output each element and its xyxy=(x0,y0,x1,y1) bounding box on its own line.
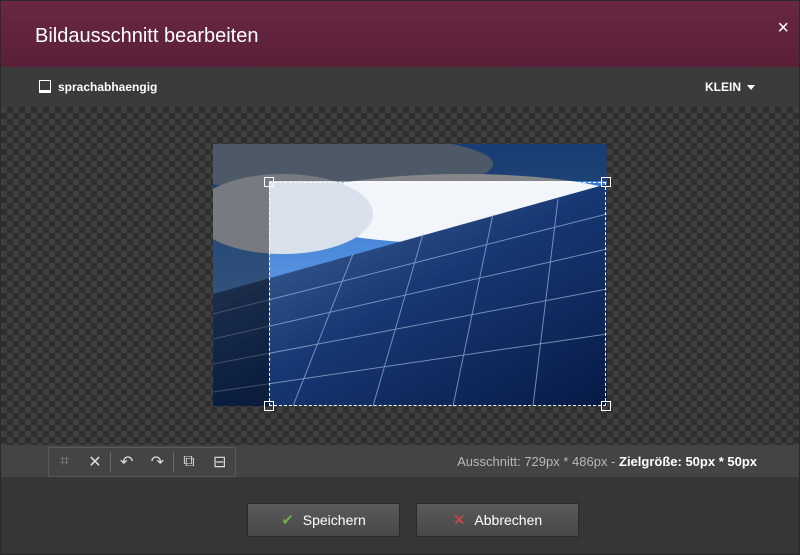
language-dependent-label[interactable]: sprachabhaengig xyxy=(58,80,157,94)
save-button-label: Speichern xyxy=(302,512,366,528)
crop-icon[interactable]: ⌗ xyxy=(49,448,80,476)
flip-vertical-icon[interactable]: ⊟ xyxy=(204,448,235,476)
options-bar: sprachabhaengig KLEIN xyxy=(1,67,799,108)
resize-handle-bottom-left[interactable] xyxy=(264,401,274,411)
crop-size-text: Ausschnitt: 729px * 486px - xyxy=(457,454,619,469)
crop-dialog: Bildausschnitt bearbeiten × sprachabhaen… xyxy=(0,0,800,555)
resize-handle-top-right[interactable] xyxy=(601,177,611,187)
undo-icon[interactable]: ↶ xyxy=(111,448,142,476)
size-dropdown[interactable]: KLEIN xyxy=(705,80,755,94)
check-icon: ✔ xyxy=(281,512,294,529)
crop-info: Ausschnitt: 729px * 486px - Zielgröße: 5… xyxy=(457,454,757,469)
resize-handle-top-left[interactable] xyxy=(264,177,274,187)
crop-selection[interactable] xyxy=(264,177,611,411)
tool-group: ⌗ ✕ ↶ ↷ ⧉ ⊟ xyxy=(48,447,236,477)
image-canvas xyxy=(1,107,799,445)
dialog-footer: ✔ Speichern ✕ Abbrechen xyxy=(1,477,799,554)
chevron-down-icon xyxy=(747,85,755,91)
cancel-button[interactable]: ✕ Abbrechen xyxy=(416,503,579,537)
crop-shade-left xyxy=(213,144,269,406)
edit-toolbar: ⌗ ✕ ↶ ↷ ⧉ ⊟ Ausschnitt: 729px * 486px - … xyxy=(1,445,799,477)
target-size-text: Zielgröße: 50px * 50px xyxy=(619,454,757,469)
language-dependent-checkbox[interactable] xyxy=(39,80,51,93)
size-dropdown-value: KLEIN xyxy=(705,80,741,94)
reset-icon[interactable]: ✕ xyxy=(80,448,111,476)
resize-handle-bottom-right[interactable] xyxy=(601,401,611,411)
cancel-button-label: Abbrechen xyxy=(474,512,543,528)
flip-horizontal-icon[interactable]: ⧉ xyxy=(174,448,205,476)
dialog-title: Bildausschnitt bearbeiten xyxy=(35,25,259,47)
cancel-x-icon: ✕ xyxy=(452,512,466,529)
dialog-titlebar: Bildausschnitt bearbeiten × xyxy=(1,1,799,67)
close-icon[interactable]: × xyxy=(777,17,789,40)
save-button[interactable]: ✔ Speichern xyxy=(247,503,400,537)
redo-icon[interactable]: ↷ xyxy=(142,448,173,476)
crop-shade-top xyxy=(269,144,607,181)
